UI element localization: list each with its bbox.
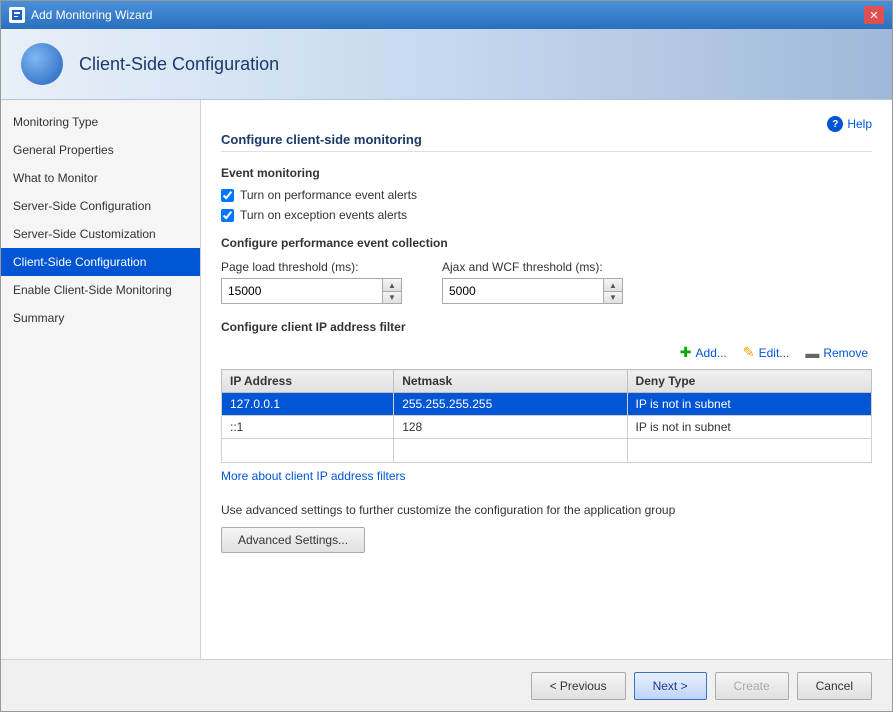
ajax-spinner-buttons: ▲ ▼ [603, 279, 622, 303]
add-button[interactable]: ✚ Add... [676, 342, 731, 363]
sidebar: Monitoring Type General Properties What … [1, 100, 201, 659]
ajax-input[interactable] [443, 279, 603, 303]
sidebar-item-server-side-custom[interactable]: Server-Side Customization [1, 220, 200, 248]
checkbox-row-performance: Turn on performance event alerts [221, 188, 872, 202]
event-monitoring-title: Event monitoring [221, 166, 872, 180]
window-title: Add Monitoring Wizard [31, 8, 152, 22]
sidebar-item-client-side-config[interactable]: Client-Side Configuration [1, 248, 200, 276]
ajax-down-button[interactable]: ▼ [604, 291, 622, 303]
wizard-window: Add Monitoring Wizard ✕ Client-Side Conf… [0, 0, 893, 712]
table-row[interactable]: 127.0.0.1 255.255.255.255 IP is not in s… [222, 393, 872, 416]
exception-checkbox-label: Turn on exception events alerts [240, 208, 407, 222]
content-area: ? Help Configure client-side monitoring … [201, 100, 892, 659]
cell-ip: ::1 [222, 416, 394, 439]
advanced-settings-button[interactable]: Advanced Settings... [221, 527, 365, 553]
ajax-label: Ajax and WCF threshold (ms): [442, 260, 623, 274]
exception-checkbox[interactable] [221, 209, 234, 222]
help-icon: ? [827, 116, 843, 132]
ip-filter-title: Configure client IP address filter [221, 320, 872, 334]
sidebar-item-monitoring-type[interactable]: Monitoring Type [1, 108, 200, 136]
page-load-down-button[interactable]: ▼ [383, 291, 401, 303]
next-button[interactable]: Next > [634, 672, 707, 700]
help-link[interactable]: ? Help [827, 116, 872, 132]
create-button[interactable]: Create [715, 672, 789, 700]
cancel-button[interactable]: Cancel [797, 672, 872, 700]
section-title: Configure client-side monitoring [221, 132, 872, 152]
edit-button[interactable]: ✎ Edit... [739, 342, 793, 363]
advanced-section: Use advanced settings to further customi… [221, 503, 872, 553]
wizard-icon [9, 7, 25, 23]
add-icon: ✚ [680, 344, 692, 361]
ip-toolbar: ✚ Add... ✎ Edit... ▬ Remove [221, 342, 872, 363]
performance-collection-title: Configure performance event collection [221, 236, 872, 250]
remove-button[interactable]: ▬ Remove [801, 342, 872, 363]
col-netmask: Netmask [394, 370, 627, 393]
ajax-spinner: ▲ ▼ [442, 278, 623, 304]
page-load-up-button[interactable]: ▲ [383, 279, 401, 291]
title-bar-left: Add Monitoring Wizard [9, 7, 152, 23]
table-row-empty [222, 439, 872, 463]
cell-netmask: 255.255.255.255 [394, 393, 627, 416]
more-link[interactable]: More about client IP address filters [221, 469, 406, 483]
page-load-label: Page load threshold (ms): [221, 260, 402, 274]
page-load-spinner: ▲ ▼ [221, 278, 402, 304]
previous-button[interactable]: < Previous [531, 672, 626, 700]
advanced-description: Use advanced settings to further customi… [221, 503, 872, 517]
cell-deny: IP is not in subnet [627, 393, 871, 416]
sidebar-item-general-properties[interactable]: General Properties [1, 136, 200, 164]
page-load-spinner-buttons: ▲ ▼ [382, 279, 401, 303]
remove-icon: ▬ [805, 345, 819, 361]
sidebar-item-what-to-monitor[interactable]: What to Monitor [1, 164, 200, 192]
footer: < Previous Next > Create Cancel [1, 659, 892, 711]
sidebar-item-server-side-config[interactable]: Server-Side Configuration [1, 192, 200, 220]
page-load-input[interactable] [222, 279, 382, 303]
header-icon [21, 43, 63, 85]
col-deny-type: Deny Type [627, 370, 871, 393]
threshold-inputs: Page load threshold (ms): ▲ ▼ Ajax and W… [221, 260, 872, 304]
header-banner: Client-Side Configuration [1, 29, 892, 100]
edit-icon: ✎ [743, 344, 755, 361]
ip-table: IP Address Netmask Deny Type 127.0.0.1 2… [221, 369, 872, 463]
close-button[interactable]: ✕ [864, 6, 884, 24]
page-title: Client-Side Configuration [79, 54, 279, 75]
performance-checkbox[interactable] [221, 189, 234, 202]
cell-deny: IP is not in subnet [627, 416, 871, 439]
cell-ip: 127.0.0.1 [222, 393, 394, 416]
performance-checkbox-label: Turn on performance event alerts [240, 188, 417, 202]
sidebar-item-enable-client-side[interactable]: Enable Client-Side Monitoring [1, 276, 200, 304]
table-row[interactable]: ::1 128 IP is not in subnet [222, 416, 872, 439]
main-content: Monitoring Type General Properties What … [1, 100, 892, 659]
ajax-group: Ajax and WCF threshold (ms): ▲ ▼ [442, 260, 623, 304]
ajax-up-button[interactable]: ▲ [604, 279, 622, 291]
sidebar-item-summary[interactable]: Summary [1, 304, 200, 332]
col-ip: IP Address [222, 370, 394, 393]
title-bar: Add Monitoring Wizard ✕ [1, 1, 892, 29]
page-load-group: Page load threshold (ms): ▲ ▼ [221, 260, 402, 304]
ip-filter-section: Configure client IP address filter ✚ Add… [221, 320, 872, 483]
checkbox-row-exception: Turn on exception events alerts [221, 208, 872, 222]
cell-netmask: 128 [394, 416, 627, 439]
